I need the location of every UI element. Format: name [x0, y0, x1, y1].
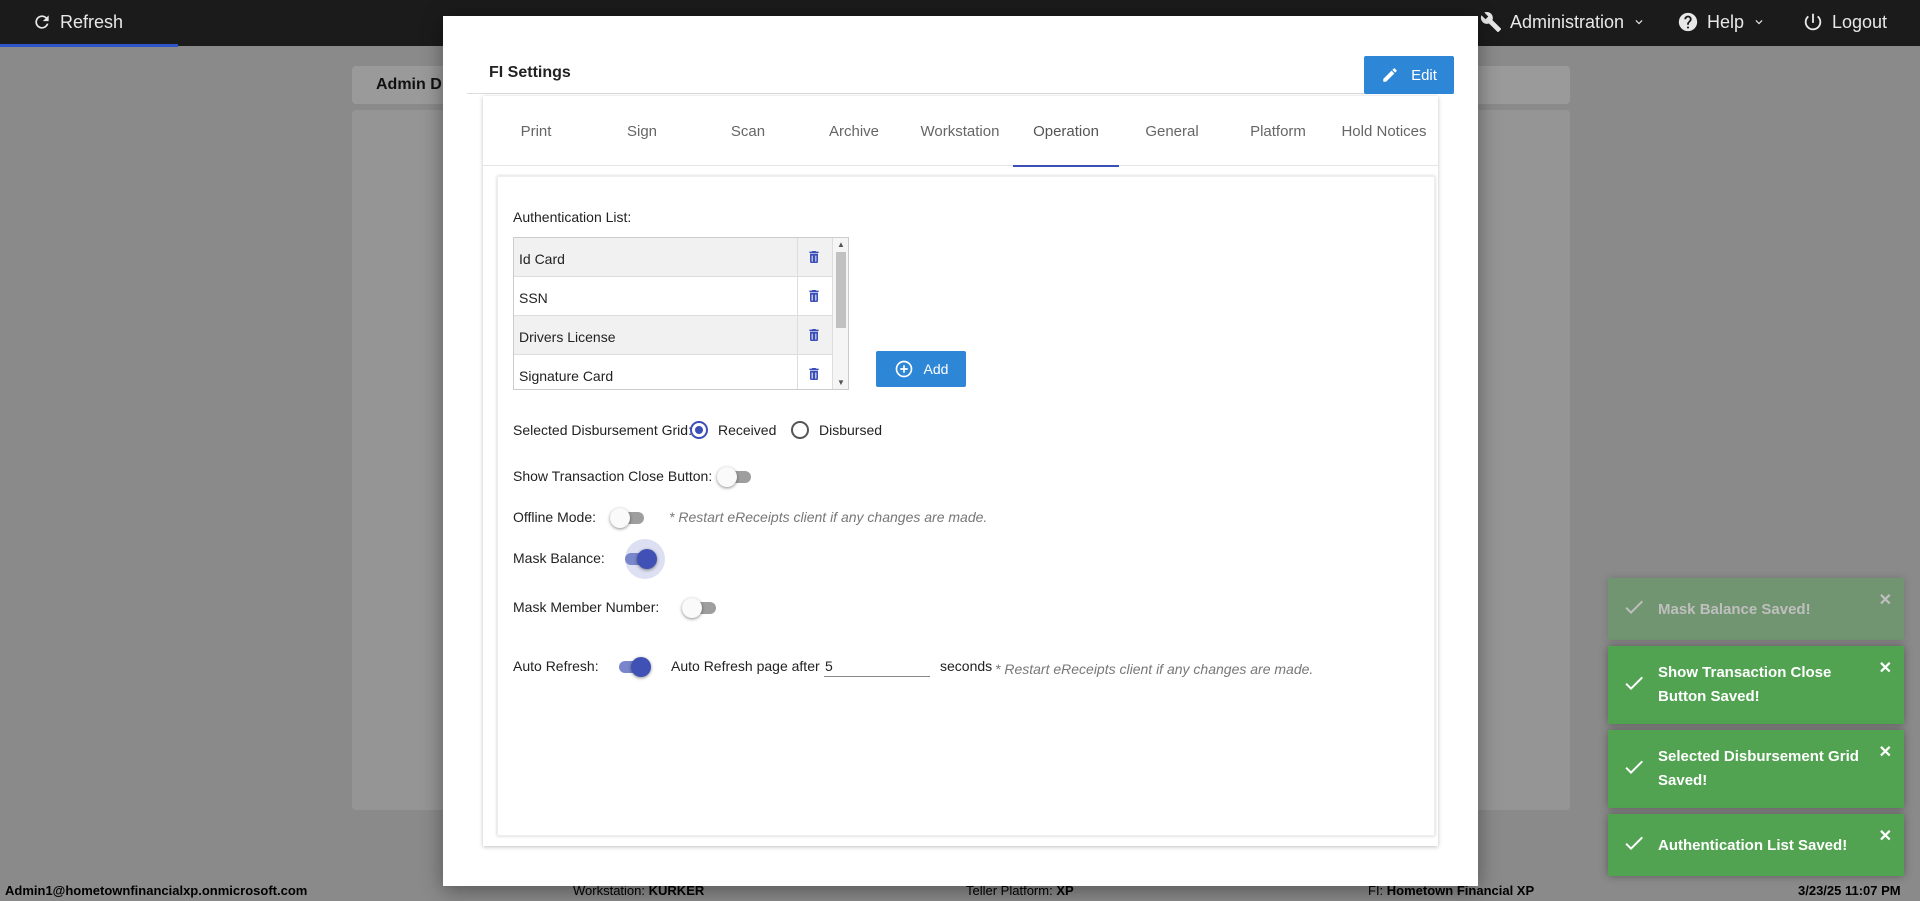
auto-refresh-toggle[interactable]: [615, 657, 651, 677]
scrollbar-thumb[interactable]: [836, 252, 846, 328]
help-menu[interactable]: Help: [1677, 0, 1766, 44]
loading-progress-bar: [0, 44, 178, 47]
add-label: Add: [923, 361, 949, 377]
close-icon[interactable]: ✕: [1879, 590, 1892, 610]
radio-disbursed[interactable]: [791, 421, 809, 439]
help-label: Help: [1707, 11, 1745, 32]
chevron-down-icon: [1635, 20, 1643, 25]
modal-header: FI Settings Edit: [467, 38, 1454, 94]
toast-message: Selected Disbursement Grid Saved!: [1658, 748, 1859, 789]
auto-refresh-after-label: Auto Refresh page after: [671, 658, 820, 674]
refresh-button[interactable]: Refresh: [32, 0, 123, 44]
logout-label: Logout: [1832, 11, 1888, 32]
mask-member-number-toggle[interactable]: [682, 598, 718, 618]
status-datetime: 3/23/25 11:07 PM: [1798, 883, 1901, 898]
help-icon: [1678, 12, 1698, 32]
toast-message: Authentication List Saved!: [1658, 836, 1848, 854]
auto-refresh-label: Auto Refresh:: [513, 658, 599, 674]
authentication-list: Id Card SSN Drivers License Signature Ca…: [513, 237, 849, 390]
edit-button[interactable]: Edit: [1364, 56, 1454, 94]
chevron-down-icon: [1755, 20, 1763, 25]
check-icon: [1622, 595, 1646, 623]
administration-menu[interactable]: Administration: [1480, 0, 1646, 44]
show-close-button-toggle[interactable]: [717, 467, 753, 487]
toast-disbursement-grid: Selected Disbursement Grid Saved! ✕: [1608, 730, 1904, 808]
scroll-up-icon[interactable]: ▲: [833, 240, 848, 249]
scroll-down-icon[interactable]: ▼: [833, 378, 848, 387]
power-icon: [1804, 13, 1822, 31]
toast-authentication-list: Authentication List Saved! ✕: [1608, 814, 1904, 876]
auto-refresh-restart-note: * Restart eReceipts client if any change…: [995, 661, 1314, 677]
administration-label: Administration: [1510, 11, 1625, 32]
delete-button[interactable]: [798, 365, 830, 383]
logout-button[interactable]: Logout: [1802, 0, 1887, 44]
refresh-icon: [35, 15, 49, 29]
tab-hold-notices[interactable]: Hold Notices: [1331, 96, 1437, 166]
tab-sign[interactable]: Sign: [589, 96, 695, 166]
mask-balance-label: Mask Balance:: [513, 550, 605, 566]
operation-panel: Authentication List: Id Card SSN Drivers…: [497, 176, 1435, 836]
check-icon: [1622, 671, 1646, 699]
add-button[interactable]: Add: [876, 351, 966, 387]
auth-list-label: Authentication List:: [513, 209, 632, 225]
trash-icon: [809, 251, 819, 263]
close-icon[interactable]: ✕: [1879, 826, 1892, 846]
auth-item-name: Signature Card: [514, 355, 798, 389]
toast-mask-balance: Mask Balance Saved! ✕: [1608, 578, 1904, 640]
trash-icon: [809, 368, 819, 380]
list-item[interactable]: Drivers License: [514, 316, 848, 355]
delete-button[interactable]: [798, 248, 830, 266]
tab-workstation[interactable]: Workstation: [907, 96, 1013, 166]
radio-received[interactable]: [690, 421, 708, 439]
edit-label: Edit: [1411, 66, 1437, 84]
check-icon: [1622, 755, 1646, 783]
status-user: Admin1@hometownfinancialxp.onmicrosoft.c…: [5, 883, 308, 898]
fi-settings-modal: FI Settings Edit Print Sign Scan Archive…: [443, 16, 1478, 886]
list-item[interactable]: SSN: [514, 277, 848, 316]
mask-member-number-label: Mask Member Number:: [513, 599, 660, 615]
toast-message: Mask Balance Saved!: [1658, 600, 1811, 618]
tab-archive[interactable]: Archive: [801, 96, 907, 166]
delete-button[interactable]: [798, 326, 830, 344]
settings-card: Print Sign Scan Archive Workstation Oper…: [483, 96, 1438, 846]
close-icon[interactable]: ✕: [1879, 742, 1892, 762]
tab-platform[interactable]: Platform: [1225, 96, 1331, 166]
tab-print[interactable]: Print: [483, 96, 589, 166]
background-panel-title: Admin D: [376, 76, 442, 93]
close-icon[interactable]: ✕: [1879, 658, 1892, 678]
seconds-label: seconds: [940, 658, 993, 674]
check-icon: [1622, 831, 1646, 859]
toast-message: Show Transaction Close Button Saved!: [1658, 664, 1832, 705]
list-scrollbar[interactable]: ▲ ▼: [832, 238, 848, 389]
offline-restart-note: * Restart eReceipts client if any change…: [669, 509, 988, 525]
delete-button[interactable]: [798, 287, 830, 305]
tab-scan[interactable]: Scan: [695, 96, 801, 166]
show-close-button-label: Show Transaction Close Button:: [513, 468, 713, 484]
wrench-icon: [1480, 12, 1502, 33]
toast-show-close-button: Show Transaction Close Button Saved! ✕: [1608, 646, 1904, 724]
modal-title: FI Settings: [489, 64, 571, 81]
disbursement-grid-label: Selected Disbursement Grid:: [513, 422, 692, 438]
radio-received-label: Received: [718, 422, 777, 438]
mask-balance-toggle[interactable]: [621, 539, 665, 579]
auth-item-name: Drivers License: [514, 316, 798, 354]
trash-icon: [809, 329, 819, 341]
trash-icon: [809, 290, 819, 302]
list-item[interactable]: Signature Card: [514, 355, 848, 389]
auth-item-name: SSN: [514, 277, 798, 315]
offline-mode-toggle[interactable]: [610, 508, 646, 528]
settings-tabs: Print Sign Scan Archive Workstation Oper…: [483, 96, 1438, 167]
auth-item-name: Id Card: [514, 238, 798, 276]
tab-general[interactable]: General: [1119, 96, 1225, 166]
auto-refresh-seconds-input[interactable]: [824, 655, 930, 677]
radio-disbursed-label: Disbursed: [819, 422, 883, 438]
tab-operation[interactable]: Operation: [1013, 96, 1119, 167]
offline-mode-label: Offline Mode:: [513, 509, 597, 525]
pencil-icon: [1383, 68, 1397, 82]
list-item[interactable]: Id Card: [514, 238, 848, 277]
plus-circle-icon: [895, 360, 912, 378]
refresh-label: Refresh: [60, 11, 124, 32]
